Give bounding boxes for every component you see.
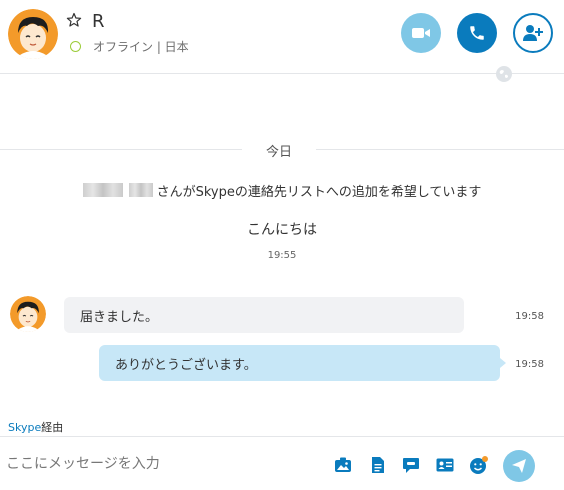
send-button[interactable] (503, 450, 535, 482)
redacted-name (82, 183, 123, 197)
audio-call-button[interactable] (457, 13, 497, 53)
chat-bubble-icon[interactable] (401, 455, 421, 475)
video-camera-icon (412, 28, 430, 38)
contact-avatar[interactable] (8, 9, 58, 59)
greeting-timestamp: 19:55 (267, 250, 297, 261)
greeting-message: こんにちは (247, 222, 317, 238)
date-label: 今日 (265, 145, 292, 160)
send-icon (512, 459, 526, 473)
status-text: オフライン | 日本 (93, 40, 189, 54)
via-brand: Skype (8, 421, 42, 434)
video-call-button[interactable] (401, 13, 441, 53)
incoming-message[interactable]: 届きました。 (64, 297, 464, 333)
conversation-header: R オフライン | 日本 (0, 0, 564, 82)
divider-line (0, 149, 242, 150)
contact-card-icon[interactable] (435, 455, 455, 475)
via-suffix: 経由 (41, 421, 64, 434)
outgoing-message[interactable]: ありがとうございます。 (99, 345, 506, 381)
message-timestamp: 19:58 (515, 359, 544, 370)
redacted-name (128, 183, 153, 197)
message-timestamp: 19:58 (515, 311, 544, 322)
phone-icon (470, 26, 484, 40)
message-input[interactable] (6, 452, 306, 476)
date-divider: 今日 (0, 139, 564, 160)
favorite-star-icon[interactable] (66, 12, 82, 28)
add-people-button[interactable] (513, 13, 553, 53)
offline-status-icon (70, 41, 81, 52)
file-icon[interactable] (368, 455, 388, 475)
emoji-icon[interactable] (469, 455, 489, 475)
contact-name[interactable]: R (92, 11, 105, 32)
contact-request-text: さんがSkypeの連絡先リストへの追加を希望しています (156, 184, 482, 200)
sender-avatar[interactable] (10, 296, 46, 332)
add-person-icon (523, 25, 543, 41)
contact-request-message: さんがSkypeの連絡先リストへの追加を希望しています (0, 179, 564, 201)
globe-icon[interactable] (495, 65, 513, 83)
outgoing-message-text: ありがとうございます。 (115, 358, 257, 373)
divider-line (316, 149, 564, 150)
composer-divider (0, 436, 564, 437)
via-label: Skype経由 (8, 419, 63, 435)
media-gallery-icon[interactable] (333, 455, 353, 475)
